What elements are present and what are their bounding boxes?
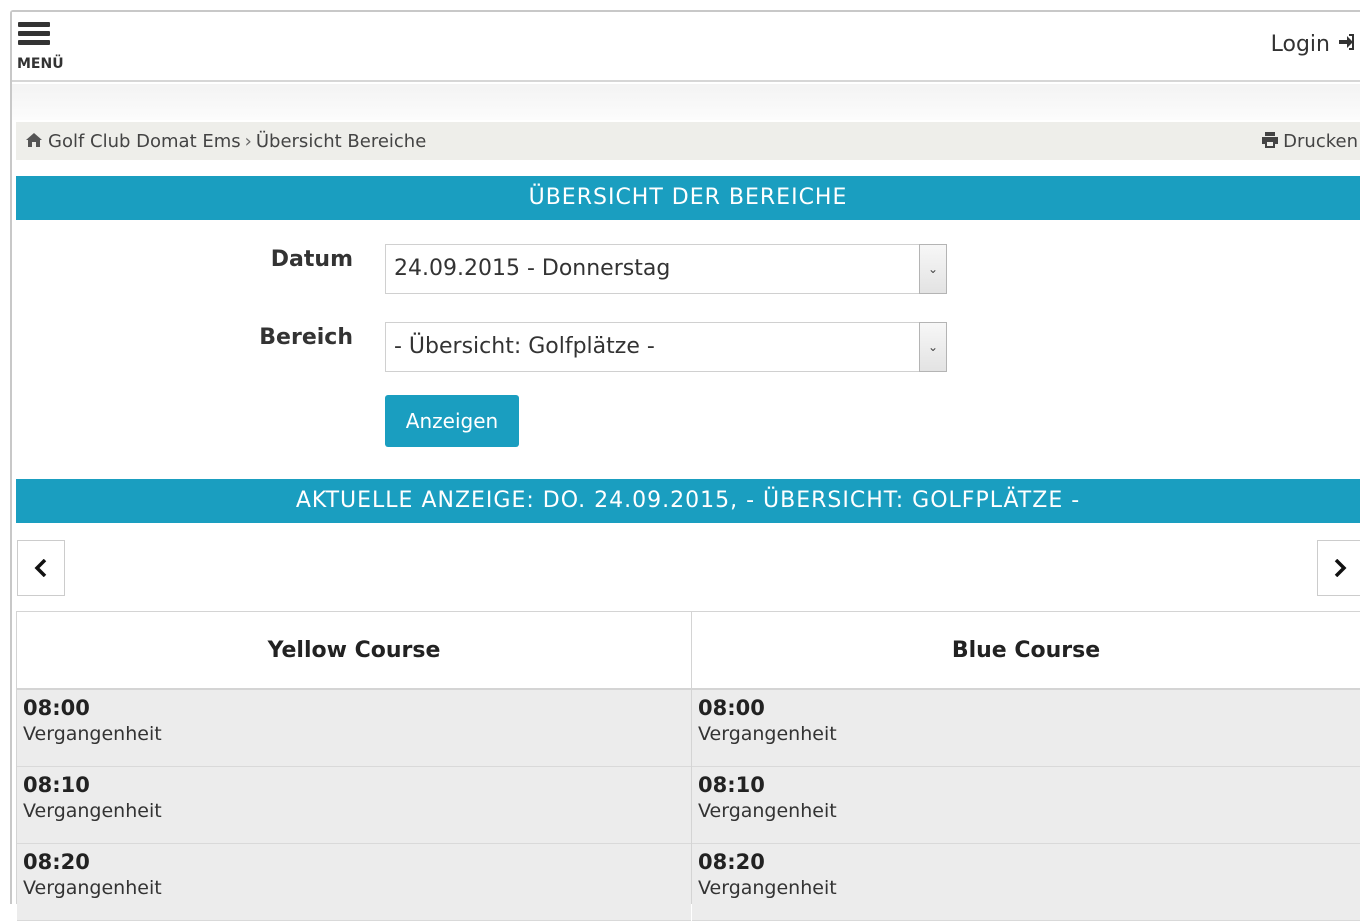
- date-label: Datum: [270, 247, 353, 272]
- slot-time: 08:20: [698, 850, 765, 874]
- print-button[interactable]: Drucken: [1261, 131, 1358, 152]
- menu-label: MENÜ: [17, 56, 64, 72]
- slot-time: 08:00: [698, 696, 765, 720]
- area-label: Bereich: [259, 325, 353, 350]
- sign-in-icon: [1338, 33, 1356, 56]
- show-button[interactable]: Anzeigen: [385, 395, 519, 447]
- login-label: Login: [1270, 32, 1330, 57]
- chevron-left-icon: [34, 555, 48, 580]
- course-column-yellow: Yellow Course 08:00 Vergangenheit 08:10 …: [16, 611, 692, 921]
- chevron-down-icon[interactable]: ⌄: [919, 244, 947, 294]
- current-display-header: AKTUELLE ANZEIGE: DO. 24.09.2015, - ÜBER…: [16, 479, 1360, 523]
- slot-time: 08:10: [23, 773, 90, 797]
- slot-status: Vergangenheit: [23, 877, 162, 899]
- print-label: Drucken: [1283, 131, 1358, 152]
- table-row[interactable]: 08:00 Vergangenheit: [692, 690, 1360, 767]
- top-bar: MENÜ Login: [12, 12, 1360, 82]
- table-row[interactable]: 08:20 Vergangenheit: [692, 844, 1360, 921]
- previous-day-button[interactable]: [17, 540, 65, 596]
- slot-status: Vergangenheit: [698, 877, 837, 899]
- overview-header: ÜBERSICHT DER BEREICHE: [16, 176, 1360, 220]
- next-day-button[interactable]: [1317, 540, 1360, 596]
- slot-time: 08:10: [698, 773, 765, 797]
- date-select[interactable]: 24.09.2015 - Donnerstag ⌄: [385, 244, 947, 294]
- course-header: Blue Course: [692, 611, 1360, 690]
- chevron-right-icon: [1333, 555, 1347, 580]
- slot-status: Vergangenheit: [23, 800, 162, 822]
- table-row[interactable]: 08:00 Vergangenheit: [17, 690, 691, 767]
- chevron-down-icon[interactable]: ⌄: [919, 322, 947, 372]
- login-button[interactable]: Login: [1271, 32, 1356, 57]
- slot-time: 08:20: [23, 850, 90, 874]
- table-row[interactable]: 08:20 Vergangenheit: [17, 844, 691, 921]
- slot-status: Vergangenheit: [23, 723, 162, 745]
- course-column-blue: Blue Course 08:00 Vergangenheit 08:10 Ve…: [692, 611, 1360, 921]
- slot-status: Vergangenheit: [698, 800, 837, 822]
- area-select-value: - Übersicht: Golfplätze -: [394, 334, 655, 359]
- course-header: Yellow Course: [17, 611, 691, 690]
- hamburger-icon: [18, 22, 50, 49]
- slot-time: 08:00: [23, 696, 90, 720]
- table-row[interactable]: 08:10 Vergangenheit: [692, 767, 1360, 844]
- spacer-strip: [12, 84, 1360, 120]
- home-icon[interactable]: [26, 132, 42, 151]
- print-icon: [1261, 131, 1279, 152]
- breadcrumb: Golf Club Domat Ems › Übersicht Bereiche…: [16, 122, 1360, 160]
- table-row[interactable]: 08:10 Vergangenheit: [17, 767, 691, 844]
- area-select[interactable]: - Übersicht: Golfplätze - ⌄: [385, 322, 947, 372]
- date-select-value: 24.09.2015 - Donnerstag: [394, 256, 671, 281]
- tee-time-table: Yellow Course 08:00 Vergangenheit 08:10 …: [16, 611, 1360, 921]
- slot-status: Vergangenheit: [698, 723, 837, 745]
- breadcrumb-home-link[interactable]: Golf Club Domat Ems: [48, 131, 241, 152]
- breadcrumb-separator: ›: [244, 130, 252, 152]
- menu-button[interactable]: MENÜ: [16, 22, 76, 78]
- breadcrumb-current: Übersicht Bereiche: [255, 130, 427, 152]
